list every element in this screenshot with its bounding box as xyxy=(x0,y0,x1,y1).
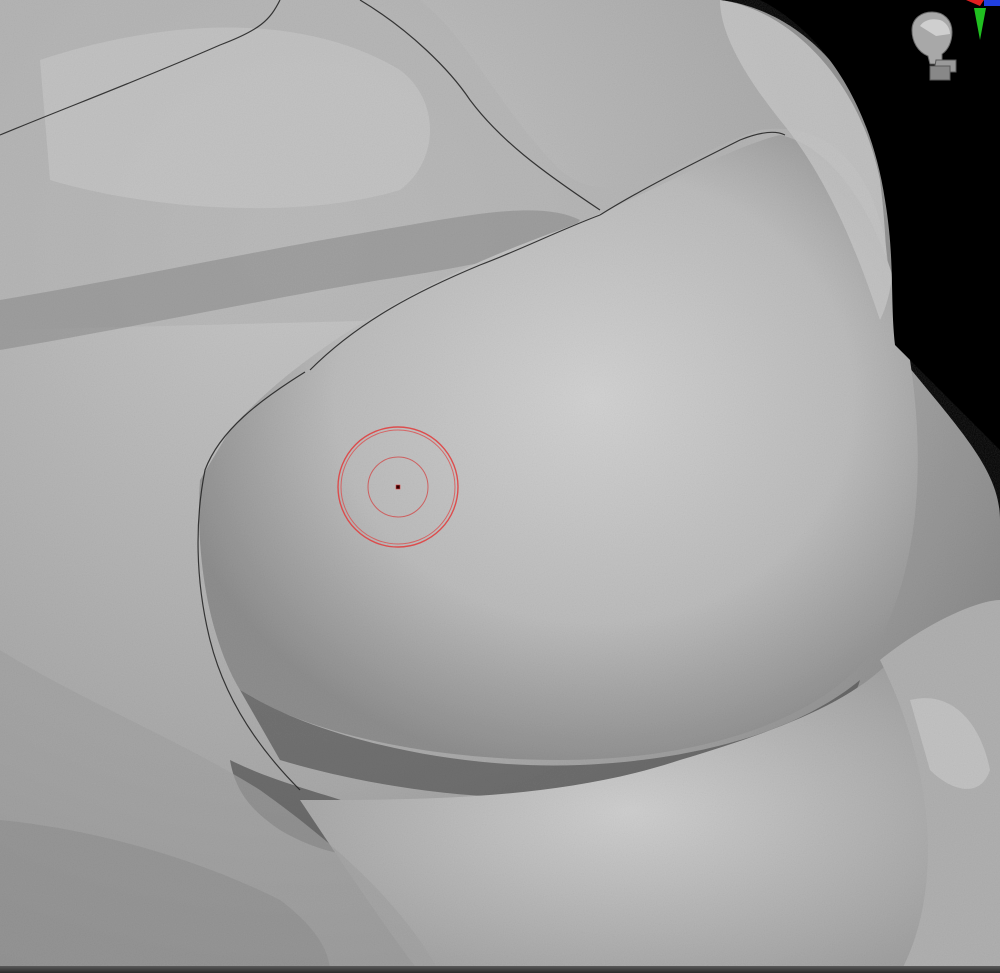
brush-center-dot xyxy=(395,484,401,490)
head-navigation-icon[interactable] xyxy=(900,0,1000,90)
viewport-bottom-frame xyxy=(0,966,1000,973)
y-axis-arrow-icon[interactable] xyxy=(974,8,986,40)
navigation-head xyxy=(911,11,957,81)
sculpt-viewport[interactable] xyxy=(0,0,1000,973)
sculpt-mesh-render[interactable] xyxy=(0,0,1000,973)
x-axis-arrow-icon[interactable] xyxy=(966,0,984,6)
z-axis-arrow-icon[interactable] xyxy=(984,0,1000,6)
brush-cursor xyxy=(337,426,459,548)
